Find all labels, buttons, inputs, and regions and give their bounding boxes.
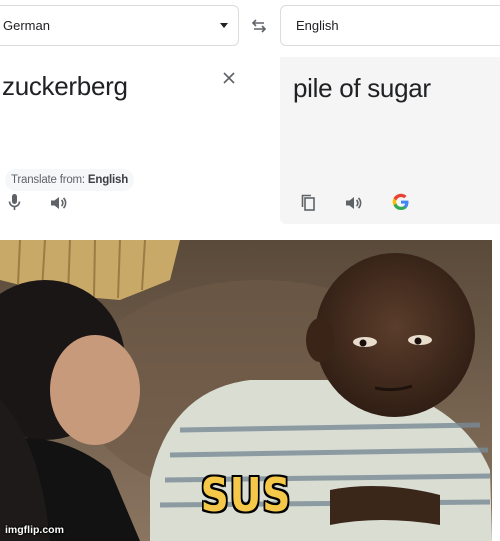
source-text-panel: zuckerberg Translate from: English — [0, 57, 239, 225]
copy-translation-button[interactable] — [297, 191, 321, 215]
imgflip-watermark: imgflip.com — [5, 524, 64, 536]
source-language-select[interactable]: German — [0, 5, 239, 46]
chevron-down-icon — [220, 23, 228, 28]
swap-languages-button[interactable] — [249, 16, 269, 36]
microphone-icon — [8, 194, 21, 210]
voice-input-button[interactable] — [2, 190, 26, 214]
detect-label: Translate from: — [11, 174, 85, 186]
speaker-icon — [346, 197, 362, 209]
target-language-select[interactable]: English — [280, 5, 500, 46]
listen-translation-button[interactable] — [342, 191, 366, 215]
google-logo-icon — [392, 193, 409, 210]
meme-caption: SUS — [200, 468, 292, 522]
translation-panel: pile of sugar — [280, 57, 500, 224]
close-icon — [223, 72, 235, 84]
target-language-label: English — [296, 18, 339, 33]
google-search-button[interactable] — [390, 191, 414, 215]
speaker-icon — [51, 197, 67, 209]
detected-language-chip[interactable]: Translate from: English — [5, 169, 135, 191]
swap-icon — [251, 19, 267, 33]
translated-text: pile of sugar — [293, 73, 431, 103]
source-language-label: German — [3, 18, 50, 33]
detected-language: English — [87, 174, 129, 186]
meme-image: SUS imgflip.com — [0, 240, 492, 541]
listen-source-button[interactable] — [47, 191, 71, 215]
clear-source-button[interactable] — [222, 71, 238, 87]
copy-icon — [301, 194, 315, 211]
source-text-input[interactable]: zuckerberg — [2, 71, 128, 101]
